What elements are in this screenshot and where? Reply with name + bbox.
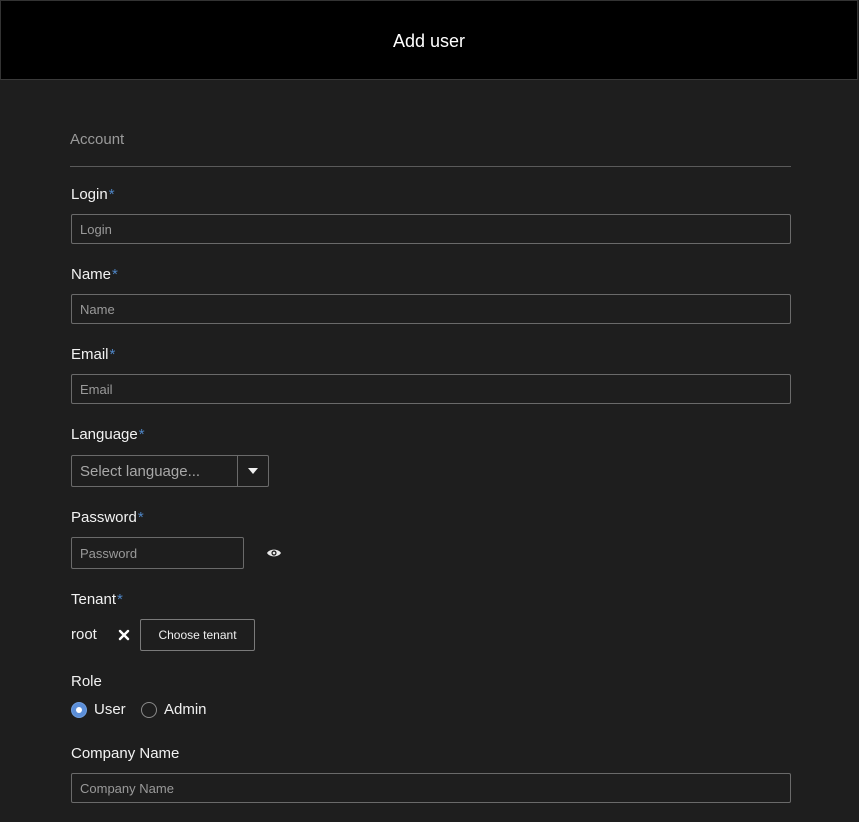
required-marker: *	[109, 346, 116, 363]
tenant-label-text: Tenant	[71, 591, 117, 608]
language-label-text: Language	[71, 426, 138, 443]
company-name-label: Company Name	[71, 745, 180, 762]
header-bar: Add user	[0, 0, 858, 80]
required-marker: *	[137, 509, 144, 526]
required-marker: *	[112, 266, 118, 283]
page-title: Add user	[392, 31, 466, 51]
language-select[interactable]: Select language...	[71, 455, 269, 487]
choose-tenant-button[interactable]: Choose tenant	[140, 619, 255, 651]
role-radio-user[interactable]	[71, 702, 87, 718]
close-icon[interactable]	[117, 628, 131, 642]
name-input[interactable]	[71, 294, 791, 324]
language-select-value: Select language...	[80, 463, 201, 480]
login-input[interactable]	[71, 214, 791, 244]
role-label: Role	[71, 673, 102, 690]
section-divider	[70, 166, 791, 167]
required-marker: *	[138, 426, 145, 443]
chevron-down-icon	[248, 468, 258, 474]
password-input[interactable]	[71, 537, 244, 569]
name-label: Name*	[71, 266, 118, 283]
role-radio-admin[interactable]	[141, 702, 157, 718]
eye-icon[interactable]	[266, 546, 282, 560]
email-label-text: Email	[71, 346, 109, 363]
required-marker: *	[117, 591, 123, 608]
language-dropdown-button[interactable]	[238, 456, 268, 486]
login-label: Login*	[71, 186, 115, 203]
section-title-account: Account	[70, 131, 125, 148]
name-label-text: Name	[71, 266, 112, 283]
role-radio-admin-label[interactable]: Admin	[164, 701, 207, 718]
role-radio-user-label[interactable]: User	[94, 701, 126, 718]
required-marker: *	[108, 186, 115, 203]
language-label: Language*	[71, 426, 145, 443]
login-label-text: Login	[71, 186, 108, 203]
email-input[interactable]	[71, 374, 791, 404]
email-label: Email*	[71, 346, 115, 363]
company-name-input[interactable]	[71, 773, 791, 803]
password-label: Password*	[71, 509, 144, 526]
password-label-text: Password	[71, 509, 137, 526]
tenant-value: root	[71, 626, 97, 643]
tenant-label: Tenant*	[71, 591, 123, 608]
